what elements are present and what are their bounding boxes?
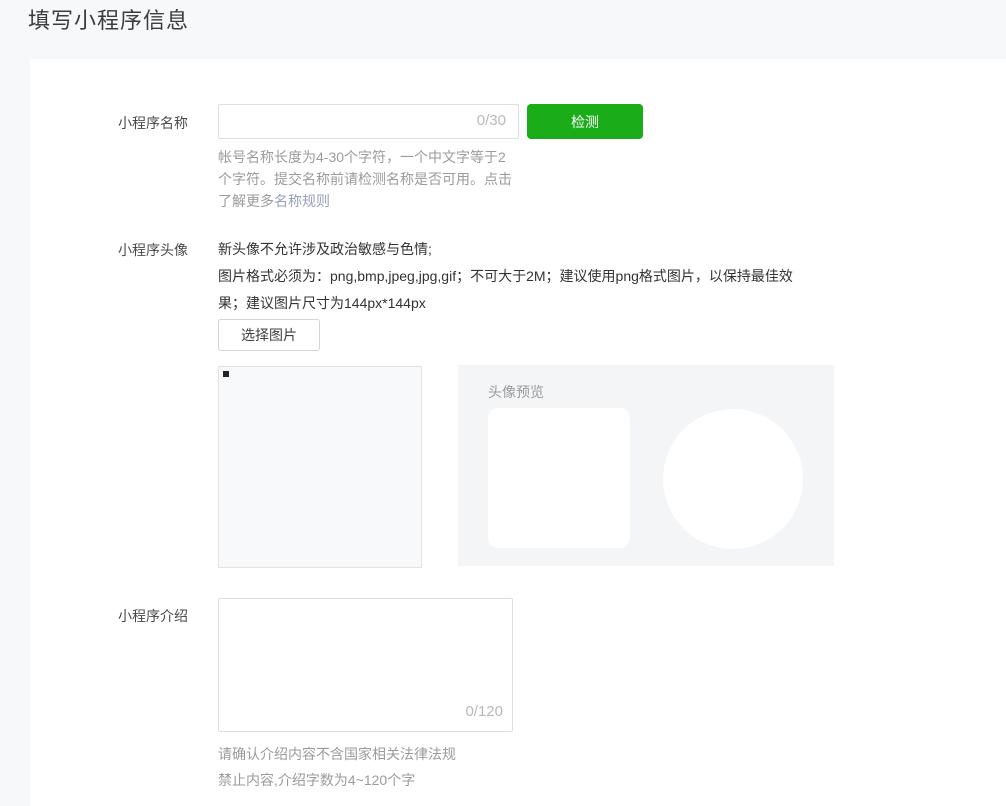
avatar-desc-line1: 新头像不允许涉及政治敏感与色情; [218,236,858,263]
avatar-crop-area[interactable] [218,366,422,568]
avatar-preview-title: 头像预览 [488,382,544,402]
name-help-line1: 帐号名称长度为4-30个字符，一个中文字等于2 [218,146,528,168]
choose-image-button[interactable]: 选择图片 [218,319,320,351]
form-card: 小程序名称 0/30 检测 帐号名称长度为4-30个字符，一个中文字等于2 个字… [30,59,1006,806]
intro-textarea[interactable] [218,598,513,732]
name-help-text: 帐号名称长度为4-30个字符，一个中文字等于2 个字符。提交名称前请检测名称是否… [218,146,528,212]
intro-help-line1: 请确认介绍内容不含国家相关法律法规 [218,741,538,767]
name-input-wrap: 0/30 [218,104,519,139]
name-rules-link[interactable]: 名称规则 [274,193,330,209]
broken-image-icon [223,371,229,377]
avatar-desc-line3: 果；建议图片尺寸为144px*144px [218,290,858,317]
name-help-line3-prefix: 了解更多 [218,193,274,209]
intro-help-line2: 禁止内容,介绍字数为4~120个字 [218,767,538,793]
name-help-line3: 了解更多名称规则 [218,190,528,212]
avatar-preview-square [488,408,630,548]
avatar-desc-line2: 图片格式必须为：png,bmp,jpeg,jpg,gif；不可大于2M；建议使用… [218,263,858,290]
avatar-field-label: 小程序头像 [118,240,188,260]
avatar-preview-panel: 头像预览 [458,365,834,566]
name-field-label: 小程序名称 [118,113,188,133]
avatar-preview-circle [663,409,803,549]
avatar-description: 新头像不允许涉及政治敏感与色情; 图片格式必须为：png,bmp,jpeg,jp… [218,236,858,317]
intro-field-label: 小程序介绍 [118,606,188,626]
name-input[interactable] [218,104,519,139]
intro-textarea-wrap: 0/120 [218,598,513,732]
name-help-line2: 个字符。提交名称前请检测名称是否可用。点击 [218,168,528,190]
intro-help-text: 请确认介绍内容不含国家相关法律法规 禁止内容,介绍字数为4~120个字 [218,741,538,793]
check-name-button[interactable]: 检测 [527,104,643,139]
page-title: 填写小程序信息 [28,3,189,35]
